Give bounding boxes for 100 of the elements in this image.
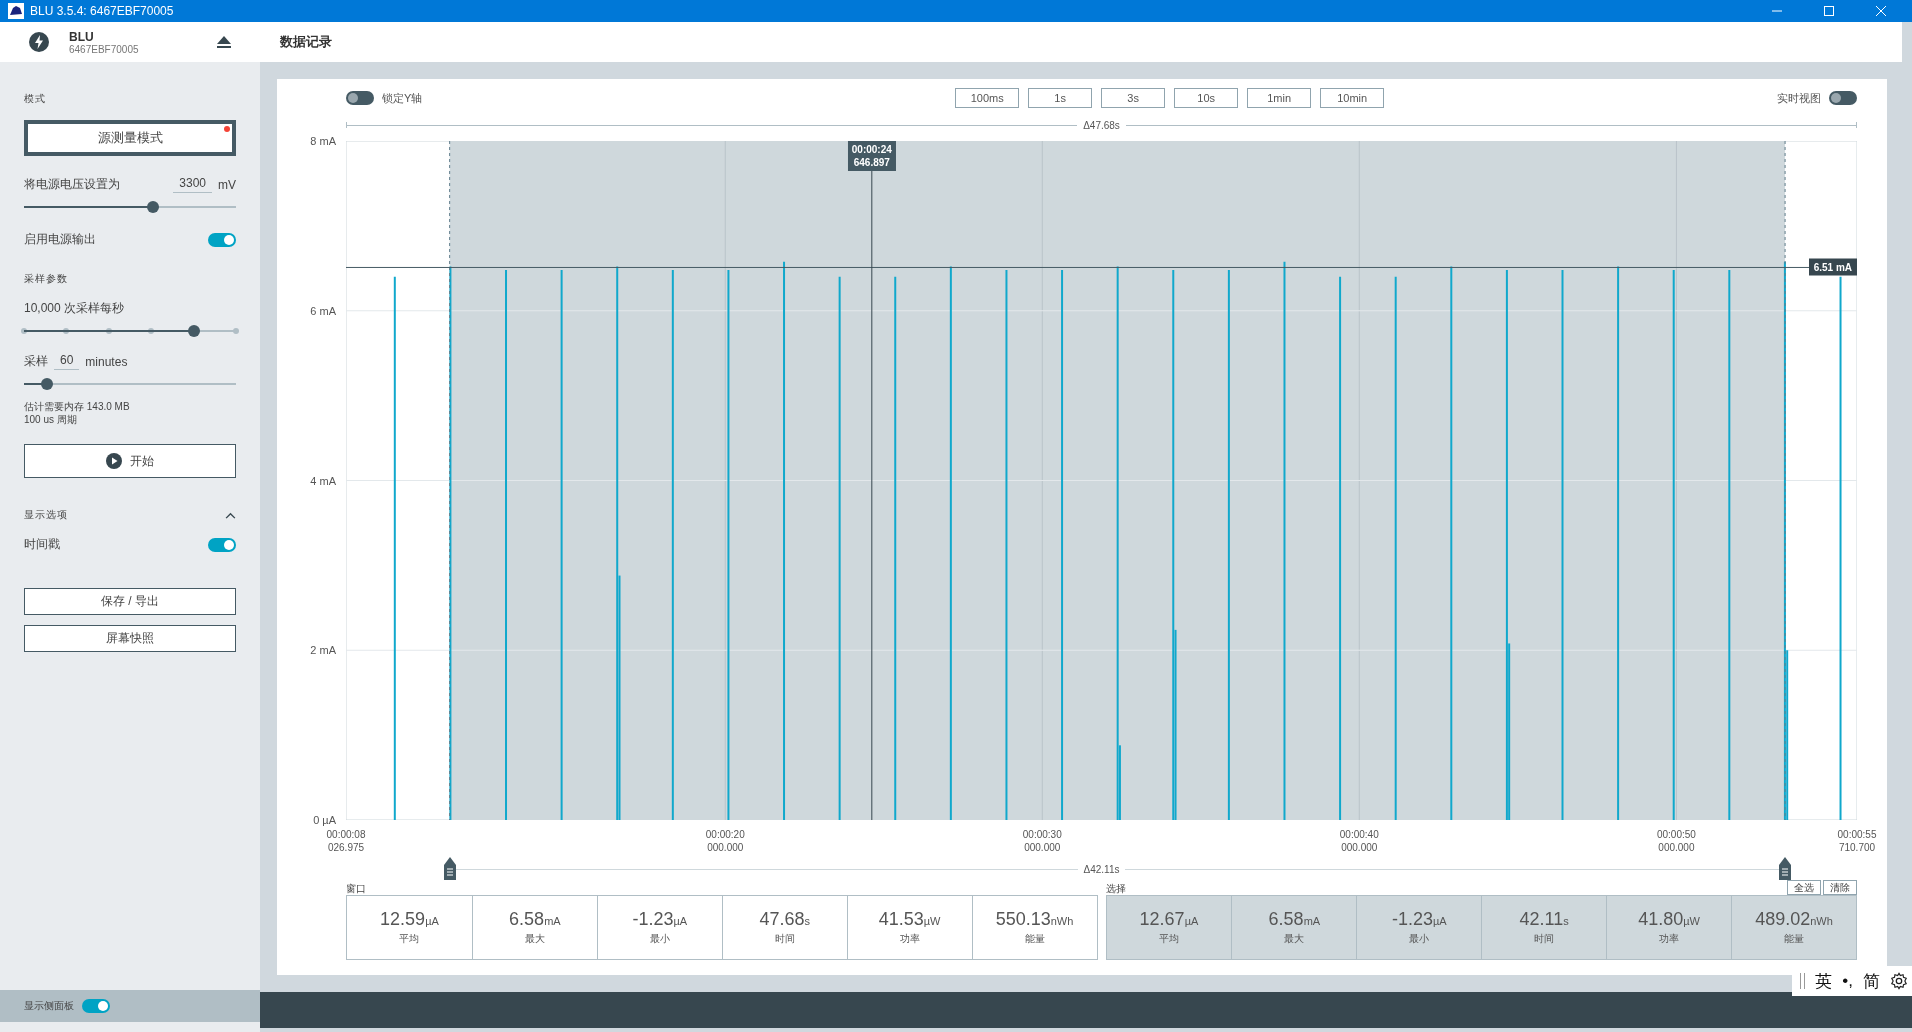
power-output-label: 启用电源输出 [24,231,96,248]
chevron-icon[interactable] [225,511,236,519]
stat-value: 489.02nWh [1755,909,1833,930]
level-marker: 6.51 mA [1808,258,1857,276]
stat-label: 时间 [774,932,795,946]
section-heading: 采样参数 [24,272,69,286]
voltage-field[interactable]: 3300 [173,176,212,193]
unit-label: mV [218,177,236,192]
time-label: 710.700 [1838,841,1876,854]
settings-icon[interactable] [1890,972,1908,990]
window-duration: Δ47.68s [1077,119,1126,131]
range-button[interactable]: 3s [1101,88,1166,108]
time-label: 026.975 [327,841,365,854]
bolt-icon [29,32,49,52]
ime-button[interactable]: 英 [1815,969,1833,993]
range-button[interactable]: 1s [1028,88,1093,108]
axis-label: 2 mA [310,644,336,657]
stats-title: 窗口 [346,883,366,895]
stat-value: 12.67µA [1139,909,1199,930]
toggle-switch[interactable] [208,537,236,552]
selection-duration: Δ42.11s [1077,863,1126,875]
selection-action-button[interactable]: 全选 [1787,880,1821,895]
play-icon [106,453,122,469]
range-button[interactable]: 1min [1247,88,1312,108]
estimate-text: 100 us 周期 [24,413,78,426]
stat-value: 47.68s [759,909,810,930]
action-button[interactable]: 屏幕快照 [24,625,236,652]
stat-value: -1.23µA [632,909,688,930]
toggle-switch[interactable] [208,232,236,247]
axis-label: 8 mA [310,135,336,147]
range-button[interactable]: 10s [1174,88,1239,108]
window-title: BLU 3.5.4: 6467EBF70005 [30,4,174,18]
stat-value: 12.59µA [380,909,439,930]
stat-value: 41.80µW [1638,909,1700,930]
time-label: 000.000 [1341,841,1378,854]
time-label: 00:00:08 [326,828,366,841]
toggle-switch[interactable] [82,999,110,1013]
voltage-label: 将电源电压设置为 [24,176,120,193]
range-button[interactable]: 100ms [955,88,1020,108]
time-label: 00:00:50 [1656,828,1696,841]
app-icon [8,3,24,19]
slider-thumb[interactable] [147,201,160,213]
stat-value: 550.13nWh [995,909,1074,930]
live-view-label: 实时视图 [1777,90,1821,106]
range-button[interactable]: 10min [1320,88,1385,108]
duration-label: 采样 [24,353,48,370]
close-icon[interactable] [1875,5,1887,17]
slider-thumb[interactable] [187,325,200,337]
time-label: 00:00:40 [1339,828,1379,841]
show-panel-label: 显示侧面板 [24,999,74,1013]
stat-value: 42.11s [1519,909,1569,930]
lock-y-label: 锁定Y轴 [382,90,423,106]
section-heading: 模式 [24,92,47,106]
stat-label: 最小 [1409,932,1430,946]
cursor-time: 00:00:24 [851,143,892,156]
axis-label: 0 µA [313,814,336,826]
time-label: 00:00:55 [1837,828,1877,841]
axis-label: 4 mA [310,474,336,487]
unit-label: minutes [85,354,128,369]
stat-label: 平均 [1158,932,1179,946]
time-label: 000.000 [1658,841,1695,854]
stat-label: 最大 [1284,932,1305,946]
stat-label: 功率 [899,932,920,946]
stat-label: 最小 [649,932,670,946]
stat-value: 41.53µW [878,909,941,930]
page-title: 数据记录 [280,33,332,51]
slider-thumb[interactable] [40,378,53,390]
stats-title: 选择 [1105,883,1126,895]
time-label: 00:00:20 [705,828,745,841]
section-heading: 显示选项 [24,508,68,522]
stat-label: 能量 [1784,932,1805,946]
handle-icon[interactable] [443,857,456,881]
time-label: 000.000 [707,841,744,854]
eject-icon[interactable] [216,35,232,49]
ime-button[interactable]: 简 [1863,969,1880,993]
time-label: 000.000 [1024,841,1061,854]
duration-field[interactable]: 60 [54,353,80,370]
ime-button[interactable]: •, [1842,971,1853,991]
stat-label: 能量 [1024,932,1045,946]
mode-button[interactable]: 源测量模式 [24,120,236,156]
toggle-switch[interactable] [346,91,374,105]
sample-rate-label: 10,000 次采样每秒 [24,300,126,317]
maximize-icon[interactable] [1823,5,1835,17]
estimate-text: 估计需要内存 143.0 MB [24,400,131,413]
time-label: 00:00:30 [1022,828,1062,841]
stat-label: 平均 [399,932,420,946]
device-serial: 6467EBF70005 [69,43,139,55]
device-name: BLU [69,29,95,44]
stat-label: 最大 [524,932,545,946]
stat-label: 功率 [1659,932,1680,946]
timestamp-label: 时间戳 [24,536,60,553]
axis-label: 6 mA [310,304,336,317]
handle-icon[interactable] [1779,857,1792,881]
stat-value: 6.58mA [509,909,561,930]
stat-value: -1.23µA [1391,909,1447,930]
action-button[interactable]: 保存 / 导出 [24,588,236,615]
stat-label: 时间 [1534,932,1555,946]
start-button[interactable]: 开始 [24,444,236,478]
toggle-switch[interactable] [1829,91,1857,105]
selection-action-button[interactable]: 清除 [1823,880,1857,895]
